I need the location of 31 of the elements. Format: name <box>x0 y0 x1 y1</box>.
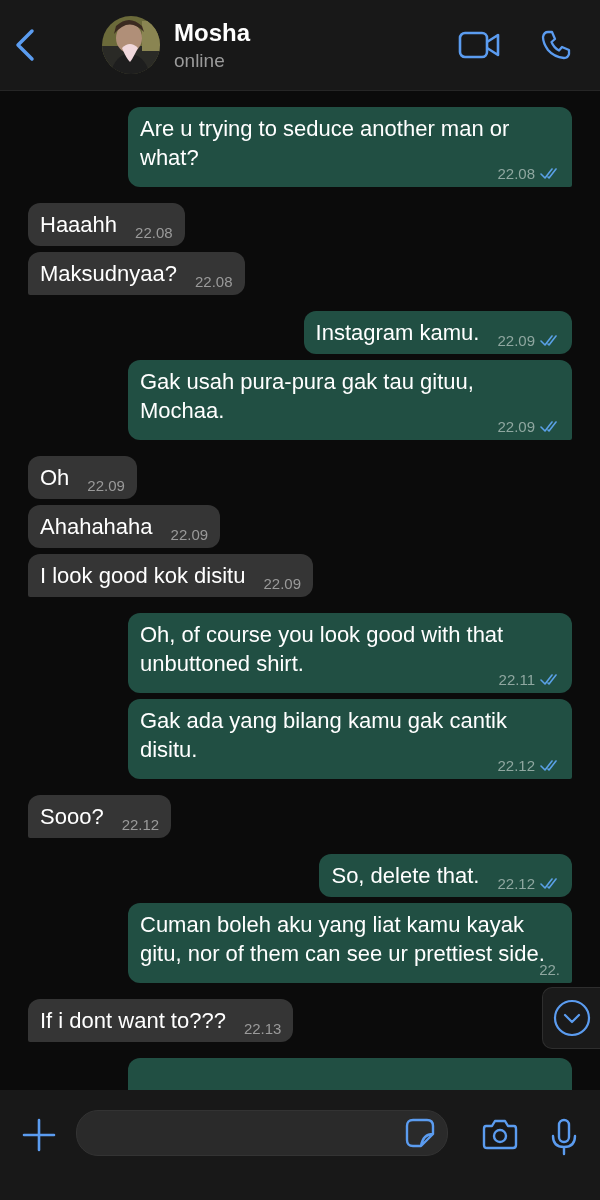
message-text: Maksudnyaa? <box>40 260 177 288</box>
message-text: Gak usah pura-pura gak tau gituu, Mochaa. <box>140 368 475 425</box>
message-time: 22.12 <box>497 875 535 893</box>
message-text: Ahahahaha <box>40 513 153 541</box>
message-text: Sooo? <box>40 803 104 831</box>
message-text: Instagram kamu. <box>315 319 480 347</box>
scroll-down-button[interactable] <box>542 987 600 1049</box>
message-time: 22.08 <box>195 273 233 291</box>
message-time: 22.09 <box>170 526 209 544</box>
message-text: Oh <box>40 464 70 492</box>
contact-name: Mosha <box>174 18 252 47</box>
message-text: So, delete that. <box>331 862 480 890</box>
back-chevron-icon <box>14 28 36 62</box>
message-time: 22.13 <box>243 1020 282 1038</box>
video-call-icon[interactable] <box>458 31 500 59</box>
message-time: 22.09 <box>87 477 125 495</box>
plus-icon[interactable] <box>22 1118 56 1152</box>
message-text: I look good kok disitu <box>40 562 246 590</box>
message-text: If i dont want to??? <box>40 1007 226 1035</box>
message-text: Haaahh <box>40 211 118 239</box>
phone-icon[interactable] <box>540 29 572 61</box>
message-time: 22.09 <box>263 575 301 593</box>
chevron-down-icon <box>552 999 591 1037</box>
message-time: 22.12 <box>121 816 160 834</box>
camera-icon[interactable] <box>482 1118 518 1150</box>
microphone-icon[interactable] <box>550 1118 578 1156</box>
sticker-icon[interactable] <box>405 1118 435 1148</box>
message-time: 22.09 <box>497 418 535 436</box>
message-time: 22.09 <box>497 332 535 350</box>
message-time: 22.08 <box>135 224 173 242</box>
contact-status: online <box>174 49 226 72</box>
